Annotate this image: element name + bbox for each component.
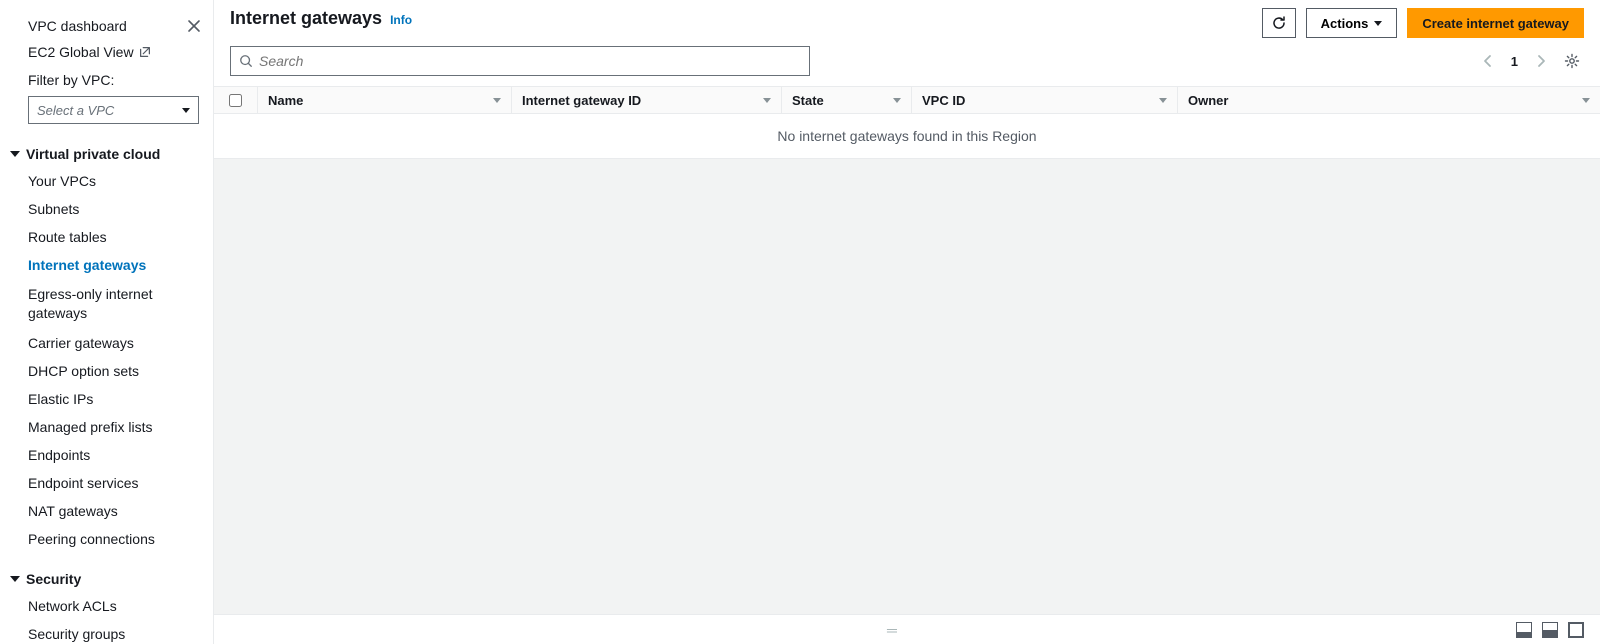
main-content: Internet gateways Info Actions Create in… xyxy=(214,0,1600,644)
column-label: Owner xyxy=(1188,93,1228,108)
column-label: VPC ID xyxy=(922,93,965,108)
nav-nat-gateways[interactable]: NAT gateways xyxy=(0,497,213,525)
section-security[interactable]: Security xyxy=(0,553,213,592)
nav-internet-gateways[interactable]: Internet gateways xyxy=(0,251,213,279)
section-title: Virtual private cloud xyxy=(26,146,160,162)
page-title: Internet gateways xyxy=(230,8,382,29)
chevron-down-icon xyxy=(1374,21,1382,26)
sort-caret-icon[interactable] xyxy=(1159,98,1167,103)
page-next-button[interactable] xyxy=(1532,50,1550,72)
gear-icon xyxy=(1564,53,1580,69)
column-select-all[interactable] xyxy=(214,87,258,113)
security-nav-list: Network ACLs Security groups xyxy=(0,592,213,644)
filter-by-vpc-label: Filter by VPC: xyxy=(0,66,213,92)
empty-space xyxy=(214,159,1600,614)
chevron-down-icon xyxy=(182,108,190,113)
nav-network-acls[interactable]: Network ACLs xyxy=(0,592,213,620)
refresh-icon xyxy=(1271,15,1287,31)
nav-your-vpcs[interactable]: Your VPCs xyxy=(0,167,213,195)
nav-security-groups[interactable]: Security groups xyxy=(0,620,213,644)
external-link-icon xyxy=(138,45,152,59)
section-title: Security xyxy=(26,571,81,587)
page-prev-button[interactable] xyxy=(1479,50,1497,72)
nav-carrier-gateways[interactable]: Carrier gateways xyxy=(0,329,213,357)
details-panel-bar: ═ xyxy=(214,614,1600,644)
panel-size-full-button[interactable] xyxy=(1568,622,1584,638)
column-vpc-id[interactable]: VPC ID xyxy=(912,87,1178,113)
caret-down-icon xyxy=(10,151,20,157)
search-box[interactable] xyxy=(230,46,810,76)
caret-down-icon xyxy=(10,576,20,582)
settings-button[interactable] xyxy=(1560,49,1584,73)
sort-caret-icon[interactable] xyxy=(763,98,771,103)
sort-caret-icon[interactable] xyxy=(493,98,501,103)
column-owner[interactable]: Owner xyxy=(1178,87,1600,113)
refresh-button[interactable] xyxy=(1262,8,1296,38)
nav-subnets[interactable]: Subnets xyxy=(0,195,213,223)
nav-vpc-dashboard[interactable]: VPC dashboard xyxy=(28,18,127,34)
sidebar: VPC dashboard EC2 Global View Filter by … xyxy=(0,0,214,644)
column-label: State xyxy=(792,93,824,108)
column-name[interactable]: Name xyxy=(258,87,512,113)
vpc-nav-list: Your VPCs Subnets Route tables Internet … xyxy=(0,167,213,553)
pagination: 1 xyxy=(1479,49,1584,73)
nav-route-tables[interactable]: Route tables xyxy=(0,223,213,251)
column-label: Name xyxy=(268,93,303,108)
header-bar: Internet gateways Info Actions Create in… xyxy=(214,0,1600,46)
search-icon xyxy=(239,54,253,68)
info-link[interactable]: Info xyxy=(390,13,412,27)
table-empty-message: No internet gateways found in this Regio… xyxy=(214,114,1600,159)
table: Name Internet gateway ID State VPC ID Ow… xyxy=(214,86,1600,159)
panel-size-small-button[interactable] xyxy=(1516,622,1532,638)
nav-managed-prefix-lists[interactable]: Managed prefix lists xyxy=(0,413,213,441)
create-internet-gateway-button[interactable]: Create internet gateway xyxy=(1407,8,1584,38)
nav-elastic-ips[interactable]: Elastic IPs xyxy=(0,385,213,413)
table-header-row: Name Internet gateway ID State VPC ID Ow… xyxy=(214,86,1600,114)
nav-egress-only-internet-gateways[interactable]: Egress-only internet gateways xyxy=(0,279,213,329)
nav-endpoints[interactable]: Endpoints xyxy=(0,441,213,469)
page-number: 1 xyxy=(1507,54,1522,69)
column-state[interactable]: State xyxy=(782,87,912,113)
sort-caret-icon[interactable] xyxy=(1582,98,1590,103)
select-all-checkbox[interactable] xyxy=(229,94,242,107)
actions-button[interactable]: Actions xyxy=(1306,8,1398,38)
vpc-select-placeholder: Select a VPC xyxy=(37,103,114,118)
vpc-select[interactable]: Select a VPC xyxy=(28,96,199,124)
sort-caret-icon[interactable] xyxy=(893,98,901,103)
nav-endpoint-services[interactable]: Endpoint services xyxy=(0,469,213,497)
close-icon[interactable] xyxy=(187,19,201,33)
column-internet-gateway-id[interactable]: Internet gateway ID xyxy=(512,87,782,113)
actions-button-label: Actions xyxy=(1321,16,1369,31)
section-virtual-private-cloud[interactable]: Virtual private cloud xyxy=(0,128,213,167)
panel-drag-handle[interactable]: ═ xyxy=(270,622,1516,638)
search-input[interactable] xyxy=(259,53,801,69)
nav-dhcp-option-sets[interactable]: DHCP option sets xyxy=(0,357,213,385)
nav-ec2-global-view[interactable]: EC2 Global View xyxy=(28,44,134,60)
search-pager-row: 1 xyxy=(214,46,1600,86)
column-label: Internet gateway ID xyxy=(522,93,641,108)
panel-size-half-button[interactable] xyxy=(1542,622,1558,638)
nav-peering-connections[interactable]: Peering connections xyxy=(0,525,213,553)
